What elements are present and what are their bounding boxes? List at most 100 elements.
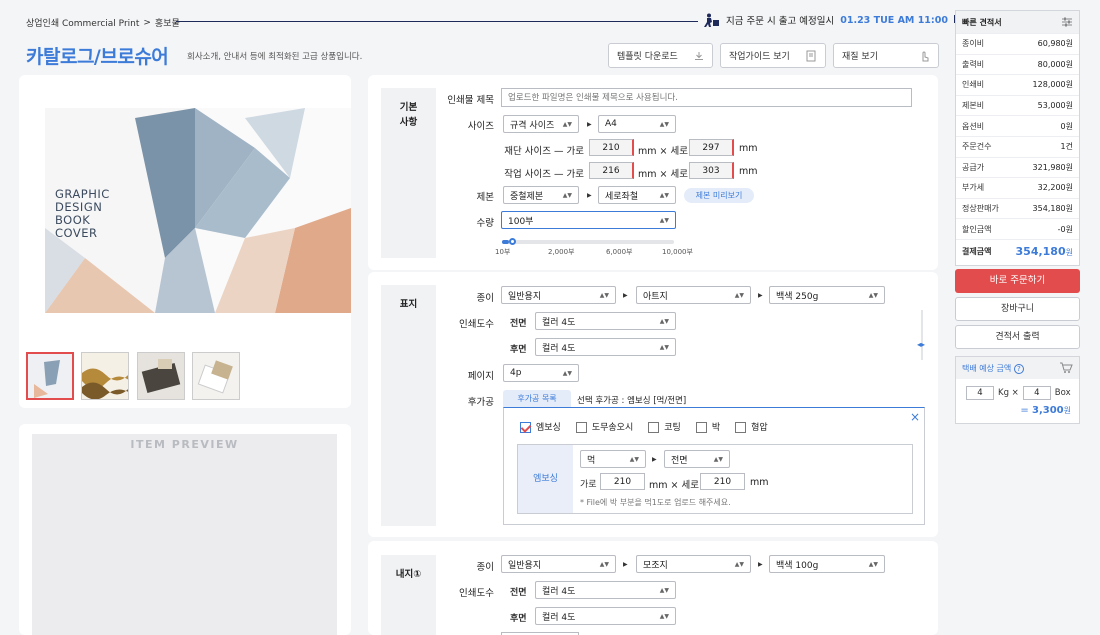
emboss-color-select[interactable]: 먹 ▲▼ <box>580 450 646 468</box>
size-type-value: 규격 사이즈 <box>510 120 555 131</box>
sliders-icon[interactable] <box>1061 16 1073 28</box>
quote-title: 빠른 견적서 <box>962 17 1002 27</box>
binding-direction-select[interactable]: 세로좌철 ▲▼ <box>598 186 676 204</box>
cover-page-select[interactable]: 4p ▲▼ <box>503 364 579 382</box>
cover-page-value: 4p <box>510 368 522 378</box>
emboss-height-input[interactable]: 210 <box>700 473 745 490</box>
quote-row-value: 32,200원 <box>1037 183 1073 193</box>
emboss-color-value: 먹 <box>587 455 596 466</box>
inner-paper-kind-select[interactable]: 모조지 ▲▼ <box>636 555 751 573</box>
print-title-input[interactable] <box>501 88 912 107</box>
print-quote-button[interactable]: 견적서 출력 <box>955 325 1080 349</box>
cut-height-input[interactable]: 297 <box>689 139 734 156</box>
checkbox-press[interactable] <box>735 422 747 433</box>
cover-back-color-select[interactable]: 컬러 4도 ▲▼ <box>535 338 676 356</box>
order-now-button[interactable]: 바로 주문하기 <box>955 269 1080 293</box>
option-thomson[interactable]: 도무송오시 <box>575 420 633 433</box>
shipping-datetime: 01.23 TUE AM 11:00 <box>840 14 948 26</box>
thumbnail-2[interactable] <box>81 352 129 400</box>
option-foil[interactable]: 박 <box>695 420 721 433</box>
close-icon[interactable]: × <box>910 410 920 424</box>
expand-arrows-icon[interactable]: ◂▸ <box>917 340 925 349</box>
scroll-track[interactable] <box>921 310 923 360</box>
emboss-detail-label: 엠보싱 <box>518 445 573 513</box>
chevron-down-icon: ▲▼ <box>659 191 669 199</box>
inner-back-color-select[interactable]: 컬러 4도 ▲▼ <box>535 607 676 625</box>
post-process-tab[interactable]: 후가공 목록 <box>503 390 571 407</box>
chevron-right-icon: ▶ <box>652 456 657 463</box>
option-press[interactable]: 형압 <box>735 420 768 433</box>
basic-section-label: 기본 사항 <box>381 88 436 258</box>
template-download-button[interactable]: 템플릿 다운로드 <box>608 43 713 68</box>
thumbnail-3[interactable] <box>137 352 185 400</box>
work-width-input[interactable]: 216 <box>589 162 634 179</box>
item-preview-panel: ITEM PREVIEW <box>19 424 351 635</box>
chevron-down-icon: ▲▼ <box>659 317 669 325</box>
help-icon[interactable]: ? <box>1013 363 1024 374</box>
binding-type-select[interactable]: 중철제본 ▲▼ <box>503 186 579 204</box>
quote-row: 주문건수 1건 <box>956 135 1079 157</box>
checkbox-thomson[interactable] <box>575 422 587 433</box>
size-value-select[interactable]: A4 ▲▼ <box>598 115 676 133</box>
inner-paper-type-select[interactable]: 일반용지 ▲▼ <box>501 555 616 573</box>
delivery-kg-input[interactable]: 4 <box>966 386 994 400</box>
cover-front-color-value: 컬러 4도 <box>542 317 576 328</box>
quote-row-label: 공급가 <box>962 162 985 172</box>
option-emboss[interactable]: 엠보싱 <box>520 420 561 433</box>
checkbox-emboss[interactable] <box>520 422 531 433</box>
thumbnail-image <box>193 353 239 399</box>
breadcrumb-root[interactable]: 상업인쇄 Commercial Print <box>26 16 139 29</box>
inner-front-color-value: 컬러 4도 <box>542 586 576 597</box>
option-foil-label: 박 <box>711 423 721 433</box>
cover-paper-type-select[interactable]: 일반용지 ▲▼ <box>501 286 616 304</box>
delivery-box-input[interactable]: 4 <box>1022 386 1051 400</box>
chevron-down-icon: ▲▼ <box>562 369 572 377</box>
inner-front-label: 전면 <box>510 588 527 598</box>
material-view-button[interactable]: 재질 보기 <box>833 43 939 68</box>
download-icon <box>695 51 703 60</box>
quote-row: 부가세 32,200원 <box>956 177 1079 198</box>
quantity-select[interactable]: 100부 ▲▼ <box>501 211 676 229</box>
quantity-value: 100부 <box>508 216 534 227</box>
thumbnail-4[interactable] <box>192 352 240 400</box>
emboss-mm-label: mm <box>750 477 769 488</box>
quantity-slider[interactable] <box>502 240 674 244</box>
emboss-side-select[interactable]: 전면 ▲▼ <box>664 450 730 468</box>
chevron-down-icon: ▲▼ <box>868 560 878 568</box>
work-guide-button[interactable]: 작업가이드 보기 <box>720 43 826 68</box>
inner-front-color-select[interactable]: 컬러 4도 ▲▼ <box>535 581 676 599</box>
quote-panel: 빠른 견적서 종이비 60,980원 출력비 80,000원 인쇄비 128,000원 제본… <box>955 10 1080 266</box>
inner-paper-weight-select[interactable]: 백색 100g ▲▼ <box>769 555 885 573</box>
emboss-width-input[interactable]: 210 <box>600 473 645 490</box>
inner-back-label: 후면 <box>510 614 527 624</box>
quote-row: 정상판매가 354,180원 <box>956 197 1079 219</box>
size-label: 사이즈 <box>467 121 494 132</box>
work-size-label: 작업 사이즈 — 가로 <box>504 169 584 180</box>
cover-front-color-select[interactable]: 컬러 4도 ▲▼ <box>535 312 676 330</box>
work-height-input[interactable]: 303 <box>689 162 734 179</box>
quote-row-value: 1건 <box>1060 142 1073 152</box>
size-type-select[interactable]: 규격 사이즈 ▲▼ <box>503 115 579 133</box>
delivery-panel: 택배 예상 금액 ? 4 Kg × 4 Box = 3,300원 <box>955 356 1080 424</box>
binding-preview-button[interactable]: 제본 미리보기 <box>684 188 754 203</box>
delivery-price-unit: 원 <box>1063 406 1071 415</box>
chevron-right-icon: ▶ <box>758 561 763 568</box>
option-coating[interactable]: 코팅 <box>648 420 681 433</box>
cart-button[interactable]: 장바구니 <box>955 297 1080 321</box>
quote-total: 354,180원 <box>1016 245 1073 258</box>
work-guide-label: 작업가이드 보기 <box>729 52 790 62</box>
checkbox-foil[interactable] <box>695 422 707 433</box>
delivery-header: 택배 예상 금액 ? <box>956 357 1079 379</box>
chevron-right-icon: ▶ <box>587 121 592 128</box>
checkbox-coating[interactable] <box>648 422 660 433</box>
product-image: GRAPHIC DESIGN BOOK COVER <box>45 108 351 313</box>
breadcrumb-current[interactable]: 홍보물 <box>155 16 180 29</box>
cover-paper-weight-select[interactable]: 백색 250g ▲▼ <box>769 286 885 304</box>
cut-width-input[interactable]: 210 <box>589 139 634 156</box>
item-preview-area: ITEM PREVIEW <box>32 434 337 635</box>
cover-paper-kind-select[interactable]: 아트지 ▲▼ <box>636 286 751 304</box>
thumbnail-1[interactable] <box>26 352 74 400</box>
quote-row-label: 종이비 <box>962 39 985 49</box>
post-process-selected: 선택 후가공 : 엠보싱 [먹/전면] <box>577 396 687 406</box>
chevron-down-icon: ▲▼ <box>713 455 723 463</box>
